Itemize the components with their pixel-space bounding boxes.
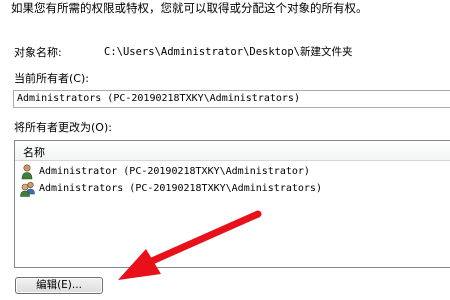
name-column-header-label: 名称 (23, 146, 45, 159)
current-owner-field[interactable]: Administrators (PC-20190218TXKY\Administ… (13, 90, 450, 108)
list-item-label: Administrators (PC-20190218TXKY\Administ… (39, 183, 322, 194)
change-owner-label: 将所有者更改为(O): (14, 121, 112, 134)
current-owner-value: Administrators (PC-20190218TXKY\Administ… (17, 93, 300, 104)
object-name-value: C:\Users\Administrator\Desktop\新建文件夹 (104, 46, 353, 58)
current-owner-label: 当前所有者(C): (14, 72, 89, 85)
object-name-label: 对象名称: (14, 46, 62, 59)
user-icon (21, 164, 33, 180)
owner-list[interactable]: 名称 Administrator (PC-20190218TXKY\Admini… (14, 140, 450, 268)
edit-button[interactable]: 编辑(E)... (15, 277, 103, 294)
list-item-label: Administrator (PC-20190218TXKY\Administr… (39, 166, 310, 177)
group-icon (20, 181, 35, 197)
intro-text: 如果您有所需的权限或特权，您就可以取得或分配这个对象的所有权。 (11, 1, 368, 15)
name-column-header[interactable]: 名称 (15, 141, 450, 161)
